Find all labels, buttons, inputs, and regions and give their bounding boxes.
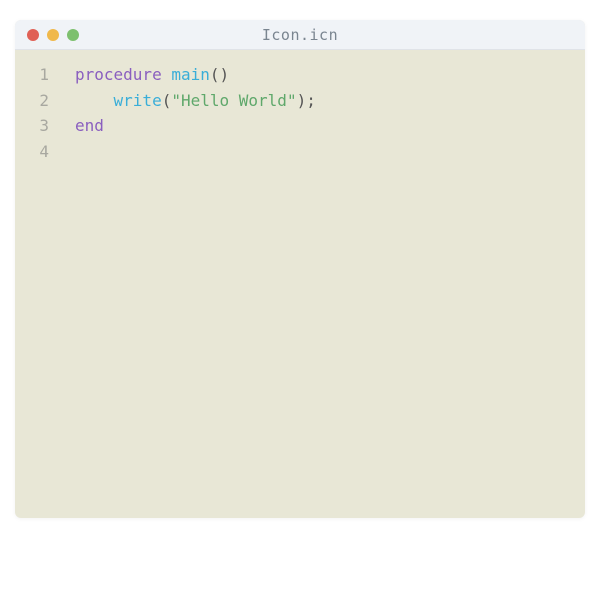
code-line: end [75,113,585,139]
line-number: 1 [15,62,59,88]
line-gutter: 1 2 3 4 [15,62,59,518]
title-bar: Icon.icn [15,20,585,50]
token-keyword: end [75,116,104,135]
token-indent [75,91,114,110]
code-line [75,139,585,165]
token-string: "Hello World" [171,91,296,110]
token-keyword: procedure [75,65,171,84]
line-number: 3 [15,113,59,139]
token-identifier: main [171,65,210,84]
code-area[interactable]: 1 2 3 4 procedure main() write("Hello Wo… [15,50,585,518]
maximize-icon[interactable] [67,29,79,41]
minimize-icon[interactable] [47,29,59,41]
traffic-lights [27,29,79,41]
editor-window: Icon.icn 1 2 3 4 procedure main() write(… [15,20,585,518]
token-punctuation: ); [297,91,316,110]
token-punctuation: () [210,65,229,84]
code-content[interactable]: procedure main() write("Hello World"); e… [59,62,585,518]
window-title: Icon.icn [262,26,338,44]
token-empty [75,142,85,161]
token-punctuation: ( [162,91,172,110]
close-icon[interactable] [27,29,39,41]
line-number: 2 [15,88,59,114]
code-line: write("Hello World"); [75,88,585,114]
line-number: 4 [15,139,59,165]
code-line: procedure main() [75,62,585,88]
token-identifier: write [114,91,162,110]
